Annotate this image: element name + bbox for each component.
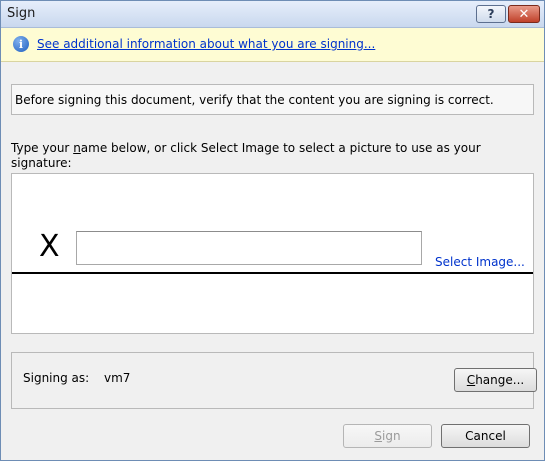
window-title: Sign xyxy=(7,6,36,21)
info-icon: i xyxy=(13,36,29,52)
info-bar: i See additional information about what … xyxy=(1,28,544,62)
sign-button[interactable]: Sign xyxy=(343,424,432,448)
help-button[interactable]: ? xyxy=(476,5,506,23)
cancel-button[interactable]: Cancel xyxy=(441,424,530,448)
change-button[interactable]: Change... xyxy=(454,368,537,392)
signature-name-input[interactable] xyxy=(76,231,422,265)
verify-message-box: Before signing this document, verify tha… xyxy=(11,84,534,115)
signature-x-mark: X xyxy=(39,229,60,264)
signature-instructions: Type your name below, or click Select Im… xyxy=(11,141,481,170)
signature-panel: X Select Image... xyxy=(11,173,534,334)
additional-info-link[interactable]: See additional information about what yo… xyxy=(37,37,375,51)
sign-button-label: Sign xyxy=(374,429,401,443)
signing-as-user: vm7 xyxy=(104,371,131,385)
select-image-link[interactable]: Select Image... xyxy=(435,255,525,269)
close-icon: ✕ xyxy=(518,6,530,22)
cancel-button-label: Cancel xyxy=(465,429,506,443)
help-icon: ? xyxy=(487,7,495,21)
title-bar[interactable]: Sign ? ✕ xyxy=(1,1,544,28)
close-button[interactable]: ✕ xyxy=(508,5,540,23)
verify-message: Before signing this document, verify tha… xyxy=(15,93,494,107)
change-button-label: Change... xyxy=(466,373,525,387)
signing-as-label: Signing as: xyxy=(23,371,90,385)
signature-line xyxy=(12,272,533,274)
